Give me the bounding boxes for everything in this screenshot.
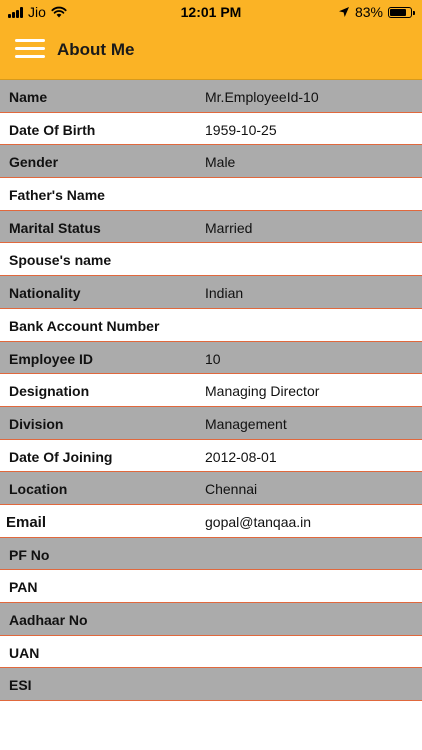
field-value: Management (205, 415, 287, 432)
profile-row: Spouse's name (0, 243, 422, 277)
field-label: PAN (9, 579, 38, 596)
battery-fill (390, 8, 406, 16)
field-label: Designation (9, 383, 90, 400)
field-label: Name (9, 89, 48, 105)
profile-row: Employee ID 10 (0, 341, 422, 375)
profile-row: Location Chennai (0, 472, 422, 505)
field-label: Father's Name (9, 187, 105, 204)
field-value: Indian (205, 285, 244, 302)
status-right: 83% (338, 4, 415, 20)
profile-row: Father's Name (0, 178, 422, 211)
profile-row: Nationality Indian (0, 276, 422, 309)
profile-row: Gender Male (0, 145, 422, 179)
field-value: Mr.EmployeeId-10 (205, 89, 319, 105)
profile-row: PAN (0, 570, 422, 603)
field-label: Bank Account Number (9, 317, 160, 334)
profile-row: Designation Managing Director (0, 374, 422, 407)
field-value: Married (205, 219, 253, 236)
profile-row: UAN (0, 635, 422, 669)
profile-details-list: Name Mr.EmployeeId-10 Date Of Birth 1959-10… (0, 80, 422, 702)
profile-row: Aadhaar No (0, 603, 422, 636)
field-label: UAN (9, 644, 40, 661)
profile-row: Bank Account Number (0, 308, 422, 342)
location-arrow-icon (338, 7, 349, 17)
field-label: Division (9, 415, 64, 432)
field-value: gopal@tanqaa.in (205, 513, 312, 530)
field-label: Marital Status (9, 219, 101, 236)
field-label: Aadhaar No (9, 612, 88, 628)
field-value: 2012-08-01 (205, 448, 277, 465)
field-label: Employee ID (9, 350, 94, 367)
field-value: Managing Director (205, 383, 320, 400)
field-label: Nationality (9, 285, 81, 302)
page-title: About Me (57, 40, 135, 59)
field-label: Email (6, 513, 47, 531)
field-label: Spouse's name (9, 252, 112, 269)
field-value: Chennai (205, 481, 258, 498)
battery-tip (413, 10, 415, 15)
field-value: 10 (205, 350, 221, 367)
field-label: Date Of Joining (9, 448, 113, 465)
app-screen: Jio 12:01 PM 83% About Me Name Mr.Employe… (0, 0, 422, 750)
field-value: Male (205, 154, 236, 171)
app-header: About Me (0, 24, 422, 80)
field-label: Gender (9, 154, 59, 171)
hamburger-menu-icon[interactable] (15, 38, 45, 60)
status-bar: Jio 12:01 PM 83% (0, 0, 422, 24)
field-label: Location (9, 481, 68, 498)
field-label: Date Of Birth (9, 121, 96, 138)
field-label: PF No (9, 546, 50, 563)
battery-percent: 83% (354, 4, 383, 20)
profile-row: Name Mr.EmployeeId-10 (0, 80, 422, 113)
profile-row: PF No (0, 537, 422, 571)
field-value: 1959-10-25 (205, 121, 277, 138)
field-label: ESI (9, 677, 32, 694)
battery-icon (388, 6, 415, 18)
profile-row: Date Of Birth 1959-10-25 (0, 112, 422, 146)
profile-row: ESI (0, 668, 422, 702)
profile-row: Date Of Joining 2012-08-01 (0, 439, 422, 473)
profile-row: Email gopal@tanqaa.in (0, 504, 422, 538)
profile-row: Division Management (0, 406, 422, 440)
profile-row: Marital Status Married (0, 210, 422, 244)
